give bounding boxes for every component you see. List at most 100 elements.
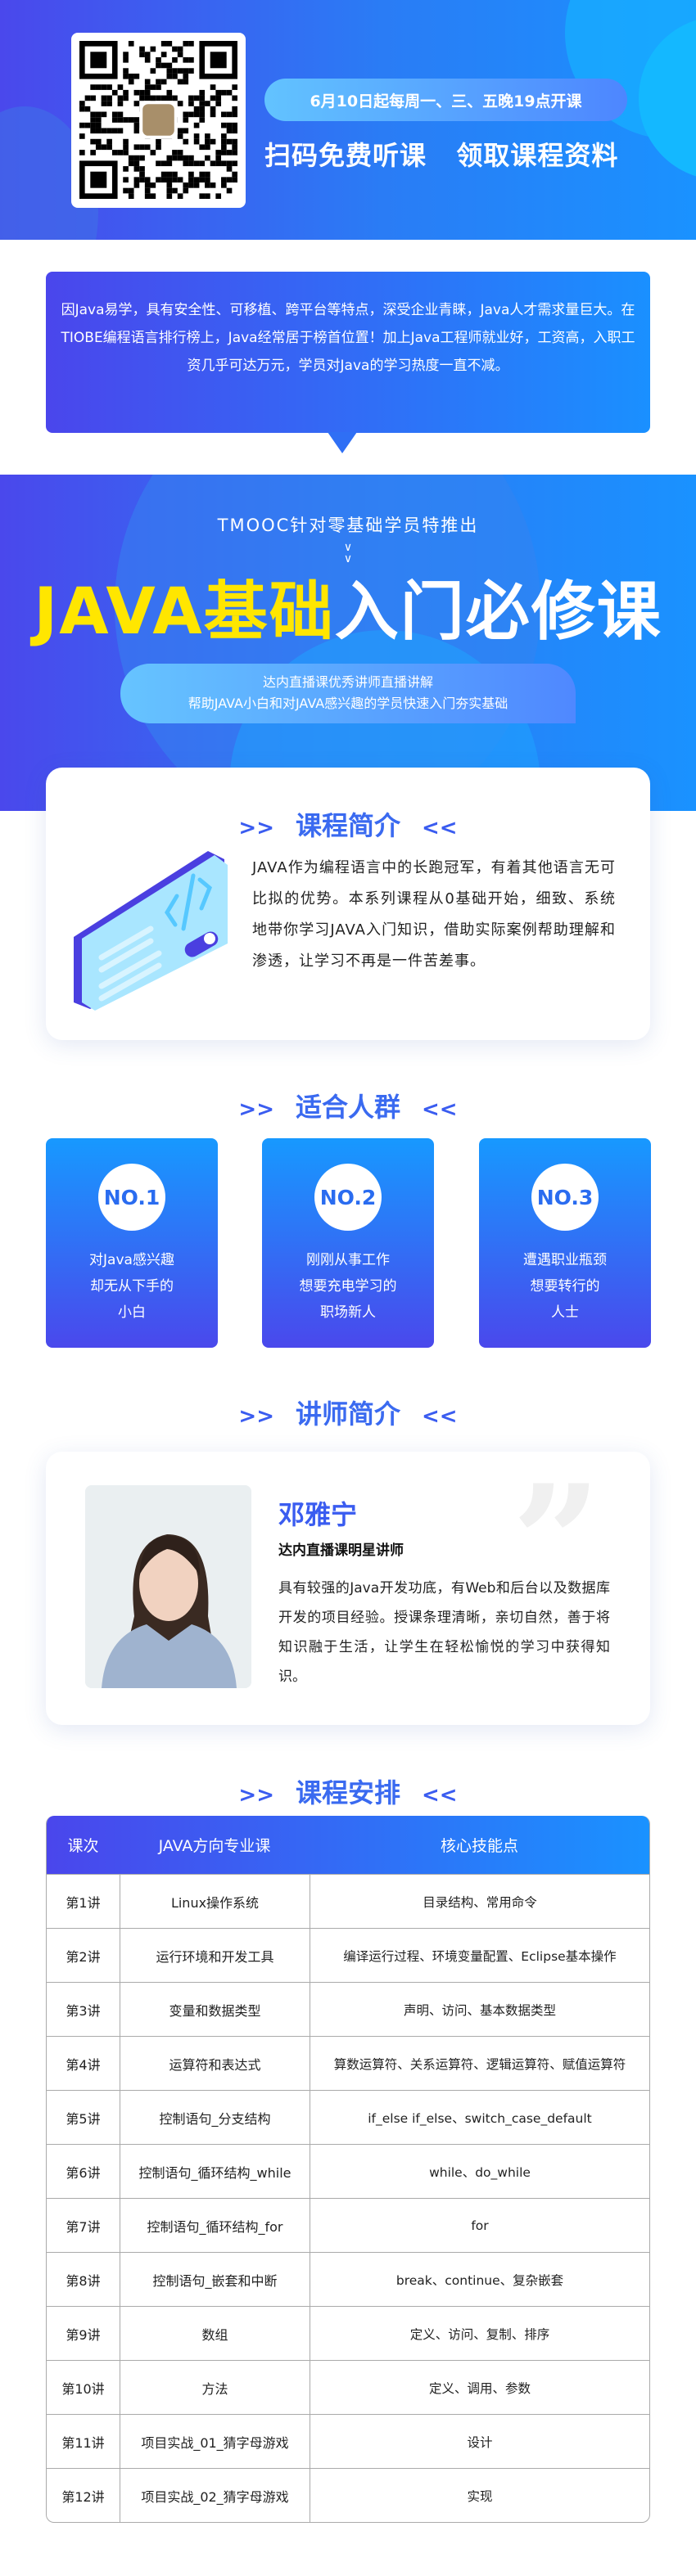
- audience-card: NO.1 对Java感兴趣 却无从下手的 小白: [46, 1138, 218, 1348]
- table-row: 第1讲 Linux操作系统 目录结构、常用命令: [47, 1874, 649, 1928]
- arrow-left: >>: [238, 1783, 274, 1808]
- table-cell: 控制语句_分支结构: [120, 2091, 310, 2144]
- table-cell: 数组: [120, 2307, 310, 2360]
- arrow-left: >>: [238, 816, 274, 840]
- table-cell: 第3讲: [66, 2002, 101, 2019]
- table-cell: 第2讲: [66, 1948, 101, 1965]
- title-yellow: JAVA基础: [34, 575, 335, 649]
- section-heading-schedule: >> 课程安排 <<: [0, 1772, 696, 1810]
- teacher-bio: 具有较强的Java开发功底，有Web和后台以及数据库开发的项目经验。授课条理清晰…: [278, 1580, 610, 1685]
- audience-line: 职场新人: [320, 1304, 376, 1321]
- audience-card: NO.3 遭遇职业瓶颈 想要转行的 人士: [479, 1138, 651, 1348]
- arrow-left: >>: [238, 1097, 274, 1122]
- chevron-down-icon: ∨ ∨: [343, 541, 353, 565]
- table-row: 第12讲 项目实战_02_猜字母游戏 实现: [47, 2468, 649, 2522]
- banner-tagline: TMOOC针对零基础学员特推出: [217, 516, 479, 535]
- intro-callout: 因Java易学，具有安全性、可移植、跨平台等特点，深受企业青睐，Java人才需求…: [46, 272, 650, 433]
- subtitle-line: 达内直播课优秀讲师直播讲解: [262, 674, 433, 690]
- table-cell: 第10讲: [61, 2380, 105, 2397]
- table-row: 第11讲 项目实战_01_猜字母游戏 设计: [47, 2414, 649, 2468]
- table-header: 课次 JAVA方向专业课 核心技能点: [47, 1816, 649, 1874]
- arrow-right: <<: [422, 1404, 458, 1429]
- table-cell: break、continue、复杂嵌套: [310, 2253, 649, 2306]
- audience-line: 对Java感兴趣: [89, 1252, 174, 1268]
- teacher-name: 邓雅宁: [278, 1499, 358, 1530]
- table-cell: 设计: [310, 2415, 649, 2468]
- table-row: 第3讲 变量和数据类型 声明、访问、基本数据类型: [47, 1982, 649, 2036]
- table-cell: 算数运算符、关系运算符、逻辑运算符、赋值运算符: [310, 2037, 649, 2090]
- table-cell: 第8讲: [66, 2272, 101, 2289]
- heading-text: 课程安排: [295, 1777, 400, 1808]
- code-screen-icon: [74, 851, 228, 1011]
- heading-text: 课程简介: [295, 810, 400, 841]
- table-row: 第4讲 运算符和表达式 算数运算符、关系运算符、逻辑运算符、赋值运算符: [47, 2036, 649, 2090]
- audience-line: 小白: [118, 1304, 146, 1321]
- table-cell: 第7讲: [66, 2218, 101, 2235]
- column-header: JAVA方向专业课: [158, 1837, 271, 1855]
- section-heading-teacher: >> 讲师简介 <<: [0, 1394, 696, 1431]
- audience-line: 人士: [551, 1304, 579, 1321]
- arrow-right: <<: [422, 1783, 458, 1808]
- audience-line: 想要转行的: [530, 1278, 600, 1295]
- arrow-left: >>: [238, 1404, 274, 1429]
- table-cell: 项目实战_01_猜字母游戏: [120, 2415, 310, 2468]
- audience-line: 却无从下手的: [90, 1278, 174, 1295]
- audience-card: NO.2 刚刚从事工作 想要充电学习的 职场新人: [262, 1138, 434, 1348]
- course-intro-text: JAVA作为编程语言中的长跑冠军，有着其他语言无可比拟的优势。本系列课程从0基础…: [252, 859, 616, 970]
- table-cell: while、do_while: [310, 2145, 649, 2198]
- table-cell: 运算符和表达式: [120, 2037, 310, 2090]
- table-cell: 编译运行过程、环境变量配置、Eclipse基本操作: [310, 1929, 649, 1982]
- table-cell: 第1讲: [66, 1894, 101, 1911]
- table-cell: 方法: [120, 2361, 310, 2414]
- scan-cta: 扫码免费听课 领取课程资料: [264, 140, 619, 171]
- table-cell: 控制语句_循环结构_for: [120, 2199, 310, 2252]
- column-header: 课次: [67, 1837, 99, 1855]
- arrow-right: <<: [422, 816, 458, 840]
- table-cell: 目录结构、常用命令: [310, 1875, 649, 1928]
- course-title: JAVA基础入门必修课: [0, 577, 696, 647]
- table-cell: 控制语句_嵌套和中断: [120, 2253, 310, 2306]
- table-row: 第7讲 控制语句_循环结构_for for: [47, 2198, 649, 2252]
- table-row: 第2讲 运行环境和开发工具 编译运行过程、环境变量配置、Eclipse基本操作: [47, 1928, 649, 1982]
- section-heading-audience: >> 适合人群 <<: [0, 1087, 696, 1124]
- table-cell: 第12讲: [61, 2488, 105, 2505]
- table-cell: 实现: [310, 2469, 649, 2522]
- arrow-right: <<: [422, 1097, 458, 1122]
- table-cell: if_else if_else、switch_case_default: [310, 2091, 649, 2144]
- table-cell: 第4讲: [66, 2056, 101, 2073]
- audience-badge: NO.1: [98, 1164, 165, 1231]
- teacher-title: 达内直播课明星讲师: [278, 1542, 404, 1559]
- table-cell: 控制语句_循环结构_while: [120, 2145, 310, 2198]
- audience-line: 遭遇职业瓶颈: [523, 1252, 607, 1268]
- table-cell: 定义、调用、参数: [310, 2361, 649, 2414]
- banner-subtitle: 达内直播课优秀讲师直播讲解 帮助JAVA小白和对JAVA感兴趣的学员快速入门夯实…: [120, 664, 576, 723]
- section-heading-course-intro: >> 课程简介 <<: [0, 805, 696, 843]
- heading-text: 适合人群: [295, 1092, 400, 1123]
- column-header: 核心技能点: [440, 1837, 518, 1855]
- table-cell: Linux操作系统: [120, 1875, 310, 1928]
- qr-code-icon[interactable]: [71, 33, 246, 208]
- table-cell: 第5讲: [66, 2110, 101, 2127]
- table-row: 第6讲 控制语句_循环结构_while while、do_while: [47, 2144, 649, 2198]
- schedule-table: 课次 JAVA方向专业课 核心技能点 第1讲 Linux操作系统 目录结构、常用命令…: [46, 1816, 650, 2523]
- table-cell: 项目实战_02_猜字母游戏: [120, 2469, 310, 2522]
- table-row: 第8讲 控制语句_嵌套和中断 break、continue、复杂嵌套: [47, 2252, 649, 2306]
- subtitle-line: 帮助JAVA小白和对JAVA感兴趣的学员快速入门夯实基础: [188, 696, 508, 711]
- audience-line: 想要充电学习的: [299, 1278, 397, 1295]
- table-cell: 第9讲: [66, 2326, 101, 2343]
- heading-text: 讲师简介: [295, 1398, 400, 1430]
- audience-line: 刚刚从事工作: [306, 1252, 390, 1268]
- title-white: 入门必修课: [334, 575, 662, 649]
- table-cell: for: [310, 2199, 649, 2252]
- table-cell: 声明、访问、基本数据类型: [310, 1983, 649, 2036]
- table-cell: 第11讲: [61, 2434, 105, 2451]
- callout-pointer: [328, 432, 357, 453]
- table-cell: 变量和数据类型: [120, 1983, 310, 2036]
- avatar: [85, 1485, 251, 1688]
- teacher-photo: [85, 1485, 251, 1688]
- audience-badge: NO.2: [314, 1164, 382, 1231]
- table-cell: 定义、访问、复制、排序: [310, 2307, 649, 2360]
- table-cell: 第6讲: [66, 2164, 101, 2181]
- schedule-pill: 6月10日起每周一、三、五晚19点开课: [264, 79, 627, 121]
- table-row: 第9讲 数组 定义、访问、复制、排序: [47, 2306, 649, 2360]
